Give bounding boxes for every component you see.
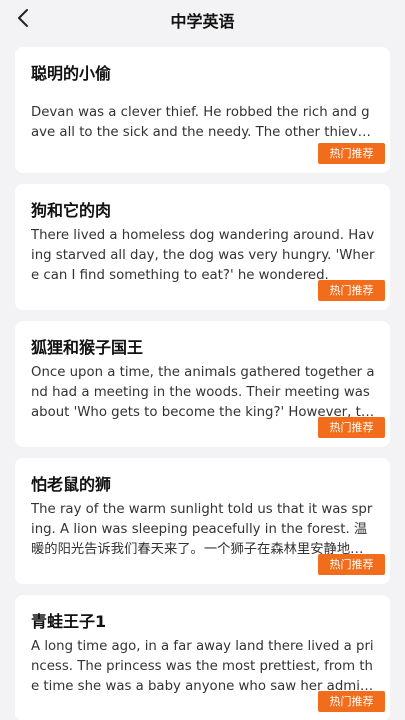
article-card[interactable]: 青蛙王子1 A long time ago, in a far away lan… [15,595,390,720]
hot-recommend-badge[interactable]: 热门推荐 [318,143,385,164]
article-list: 聪明的小偷 Devan was a clever thief. He robbe… [15,47,390,720]
article-card[interactable]: 狗和它的肉 There lived a homeless dog wanderi… [15,184,390,310]
article-excerpt: There lived a homeless dog wandering aro… [31,228,375,283]
hot-recommend-badge[interactable]: 热门推荐 [318,417,385,438]
hot-recommend-badge[interactable]: 热门推荐 [318,280,385,301]
article-card[interactable]: 怕老鼠的狮 The ray of the warm sunlight told … [15,458,390,584]
article-excerpt: Once upon a time, the animals gathered t… [31,365,375,420]
article-title: 青蛙王子1 [31,612,107,631]
article-title: 怕老鼠的狮 [31,475,112,494]
header-bar: 中学英语 [0,0,405,38]
hot-recommend-badge[interactable]: 热门推荐 [318,554,385,575]
article-excerpt: Devan was a clever thief. He robbed the … [31,105,373,140]
article-excerpt: The ray of the warm sunlight told us tha… [31,502,373,557]
article-title: 狗和它的肉 [31,201,112,220]
article-card[interactable]: 聪明的小偷 Devan was a clever thief. He robbe… [15,47,390,173]
article-title: 聪明的小偷 [31,64,112,83]
article-title: 狐狸和猴子国王 [31,338,144,357]
page-title: 中学英语 [170,12,235,31]
article-card[interactable]: 狐狸和猴子国王 Once upon a time, the animals ga… [15,321,390,447]
article-excerpt: A long time ago, in a far away land ther… [31,639,374,694]
hot-recommend-badge[interactable]: 热门推荐 [318,691,385,712]
